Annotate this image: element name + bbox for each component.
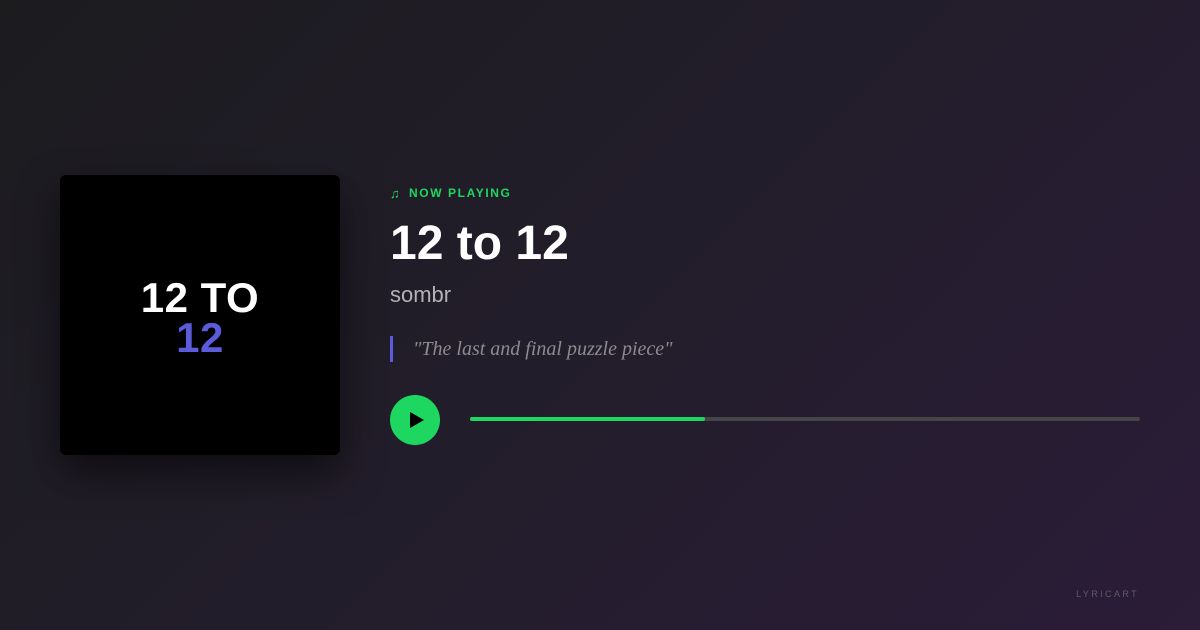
music-note-icon: ♫ <box>390 185 402 201</box>
lyric-quote-text: "The last and final puzzle piece" <box>413 337 673 360</box>
album-art: 12 TO 12 <box>60 175 340 455</box>
track-info: ♫ NOW PLAYING 12 to 12 sombr "The last a… <box>390 184 1140 362</box>
now-playing-text: NOW PLAYING <box>409 186 512 200</box>
player-controls <box>390 395 1140 445</box>
now-playing-label: ♫ NOW PLAYING <box>390 184 1140 202</box>
play-icon <box>410 412 424 428</box>
track-artist: sombr <box>390 282 452 307</box>
progress-fill <box>470 417 705 421</box>
lyric-quote: "The last and final puzzle piece" <box>390 336 1140 362</box>
track-title: 12 to 12 <box>390 217 569 270</box>
brand-watermark: LYRICART <box>1076 589 1139 599</box>
album-art-title-line2: 12 <box>176 314 224 361</box>
progress-bar[interactable] <box>470 417 1140 421</box>
album-art-title-line1: 12 TO <box>140 274 260 321</box>
play-button[interactable] <box>390 395 440 445</box>
